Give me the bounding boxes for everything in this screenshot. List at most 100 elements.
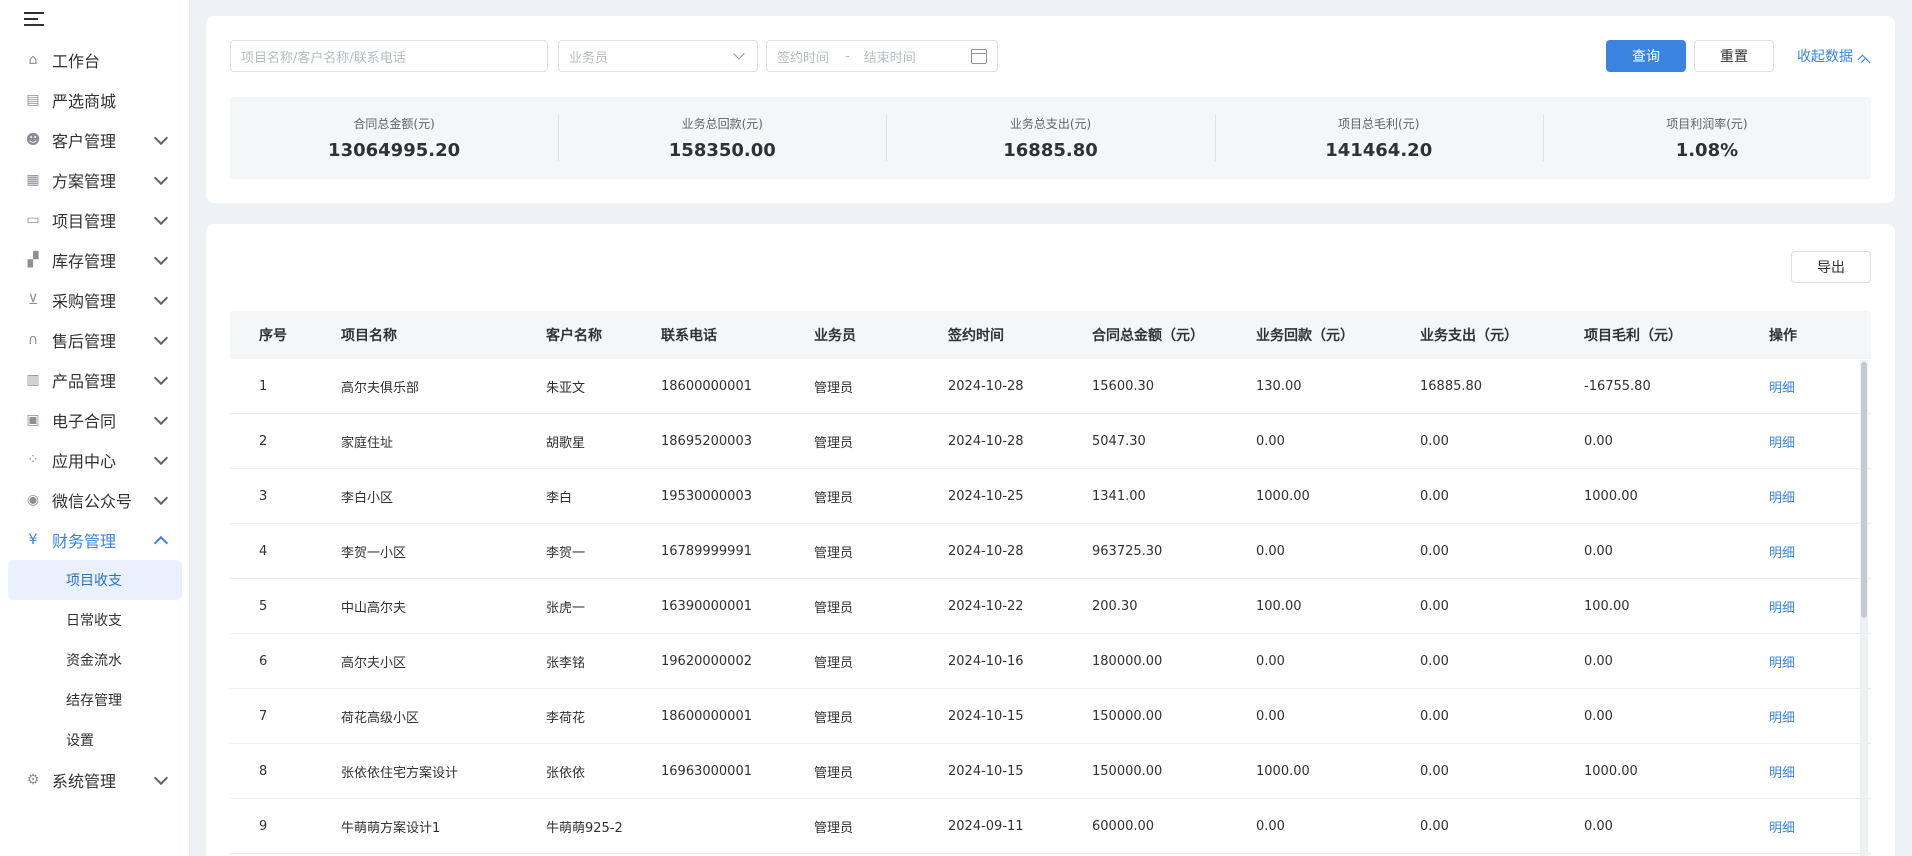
table-cell: 2024-10-28 [948,543,1024,559]
mall-icon: ▤ [26,92,40,108]
stat-title: 项目总毛利(元) [1338,117,1420,131]
sidebar-item-label: 系统管理 [52,772,117,791]
sidebar-subitem[interactable]: 项目收支 [8,560,182,600]
table-cell: 0.00 [1420,433,1449,449]
column-header: 联系电话 [661,328,717,344]
collapse-data-link[interactable]: 收起数据 [1797,46,1871,68]
sidebar-item[interactable]: ⚙ 系统管理 [0,760,190,800]
table-cell: 管理员 [814,490,854,506]
table-cell: 朱亚文 [546,380,586,396]
sidebar-item[interactable]: ¥ 财务管理 [0,520,190,560]
detail-link[interactable]: 明细 [1769,817,1849,836]
table-row: 2 家庭住址 胡歌星 18695200003 管理员 2024-10-28 5047.30 0… [230,414,1871,469]
sidebar-item[interactable]: ▣ 电子合同 [0,400,190,440]
detail-link[interactable]: 明细 [1769,487,1849,506]
detail-link[interactable]: 明细 [1769,652,1849,671]
sidebar-item[interactable]: ◉ 微信公众号 [0,480,190,520]
sidebar-item[interactable]: ▤ 严选商城 [0,80,190,120]
table-cell: 1000.00 [1256,763,1310,779]
staff-select[interactable]: 业务员 [558,40,758,72]
detail-link[interactable]: 明细 [1769,542,1849,561]
table-cell: 0.00 [1420,488,1449,504]
table-cell: 16885.80 [1420,378,1483,394]
date-range-picker[interactable]: 签约时间 - 结束时间 [766,40,998,72]
table-cell: 16390000001 [661,598,752,614]
detail-link[interactable]: 明细 [1769,707,1849,726]
sidebar-item-label: 售后管理 [52,332,117,351]
detail-link[interactable]: 明细 [1769,377,1849,396]
sidebar-item[interactable]: ▦ 方案管理 [0,160,190,200]
menu-toggle-icon[interactable] [24,12,44,30]
detail-link[interactable]: 明细 [1769,597,1849,616]
table-cell: 19620000002 [661,653,752,669]
table-cell: 中山高尔夫 [341,600,407,616]
export-button[interactable]: 导出 [1791,251,1871,283]
detail-link[interactable]: 明细 [1769,432,1849,451]
table-cell: 0.00 [1584,433,1613,449]
summary-stats: 合同总金额(元) 13064995.20 业务总回款(元) 158350.00 业务总支… [230,97,1871,179]
sidebar-subitem[interactable]: 日常收支 [0,600,190,640]
table-cell: 2024-10-28 [948,378,1024,394]
column-header: 项目毛利（元） [1584,328,1682,344]
sidebar-item-label: 财务管理 [52,532,117,551]
table-cell: 0.00 [1584,818,1613,834]
table-body: 1 高尔夫俱乐部 朱亚文 18600000001 管理员 2024-10-28 15600.… [230,359,1871,854]
sidebar-item[interactable]: ∩ 售后管理 [0,320,190,360]
detail-link[interactable]: 明细 [1769,762,1849,781]
table-cell: 0.00 [1420,763,1449,779]
search-input[interactable]: 项目名称/客户名称/联系电话 [230,40,548,72]
date-start-placeholder: 签约时间 [777,50,830,66]
reset-button[interactable]: 重置 [1694,40,1774,72]
sidebar-subitem[interactable]: 结存管理 [0,680,190,720]
home-icon: ⌂ [28,52,38,68]
table-scrollbar[interactable] [1860,360,1868,856]
table-cell: 牛萌萌方案设计1 [341,820,441,836]
table-cell: 李白小区 [341,490,394,506]
column-header: 操作 [1769,328,1797,344]
sidebar-subitem[interactable]: 资金流水 [0,640,190,680]
sidebar-item[interactable]: ☻ 客户管理 [0,120,190,160]
table-cell: 5 [259,598,268,614]
column-header: 业务支出（元） [1420,328,1518,344]
table-cell: 0.00 [1420,653,1449,669]
sidebar-item[interactable]: ⁘ 应用中心 [0,440,190,480]
staff-placeholder: 业务员 [569,50,609,66]
sidebar-nav: ⌂ 工作台 ▤ 严选商城 ☻ 客户管理 ▦ 方案管理 ▭ 项目管理 ▞ 库存管理 ⊻ 采购管理 ∩ 售后管理 ▥… [0,40,190,800]
sidebar-item[interactable]: ⊻ 采购管理 [0,280,190,320]
table-cell: 0.00 [1256,708,1285,724]
sidebar-item-label: 采购管理 [52,292,117,311]
folder-icon: ▭ [26,212,40,228]
wechat-icon: ◉ [26,492,40,508]
table-cell: 5047.30 [1092,433,1146,449]
column-header: 业务回款（元） [1256,328,1354,344]
plan-icon: ▦ [26,172,40,188]
table-cell: 李荷花 [546,710,586,726]
sidebar-item[interactable]: ▞ 库存管理 [0,240,190,280]
table-cell: 张李铭 [546,655,586,671]
table-cell: 1000.00 [1584,488,1638,504]
table-cell: 60000.00 [1092,818,1155,834]
sidebar-item[interactable]: ▥ 产品管理 [0,360,190,400]
table-cell: 150000.00 [1092,708,1163,724]
column-header: 客户名称 [546,328,602,344]
calendar-icon[interactable] [971,49,987,64]
table-cell: 1000.00 [1584,763,1638,779]
table-cell: 2024-10-15 [948,763,1024,779]
chevron-up-icon [1860,57,1871,68]
sidebar-item-label: 电子合同 [52,412,117,431]
stat-value: 158350.00 [668,140,776,161]
sidebar-item[interactable]: ⌂ 工作台 [0,40,190,80]
table-cell: 2024-09-11 [948,818,1024,834]
table-cell: 4 [259,543,268,559]
table-cell: 130.00 [1256,378,1302,394]
table-cell: 2 [259,433,268,449]
stat-value: 13064995.20 [328,140,461,161]
scrollbar-thumb[interactable] [1861,362,1867,618]
sidebar-item[interactable]: ▭ 项目管理 [0,200,190,240]
table-cell: 家庭住址 [341,435,394,451]
sidebar-subitem[interactable]: 设置 [0,720,190,760]
query-button[interactable]: 查询 [1606,40,1686,72]
table-cell: 16963000001 [661,763,752,779]
table-cell: 7 [259,708,268,724]
customer-icon: ☻ [25,132,41,148]
